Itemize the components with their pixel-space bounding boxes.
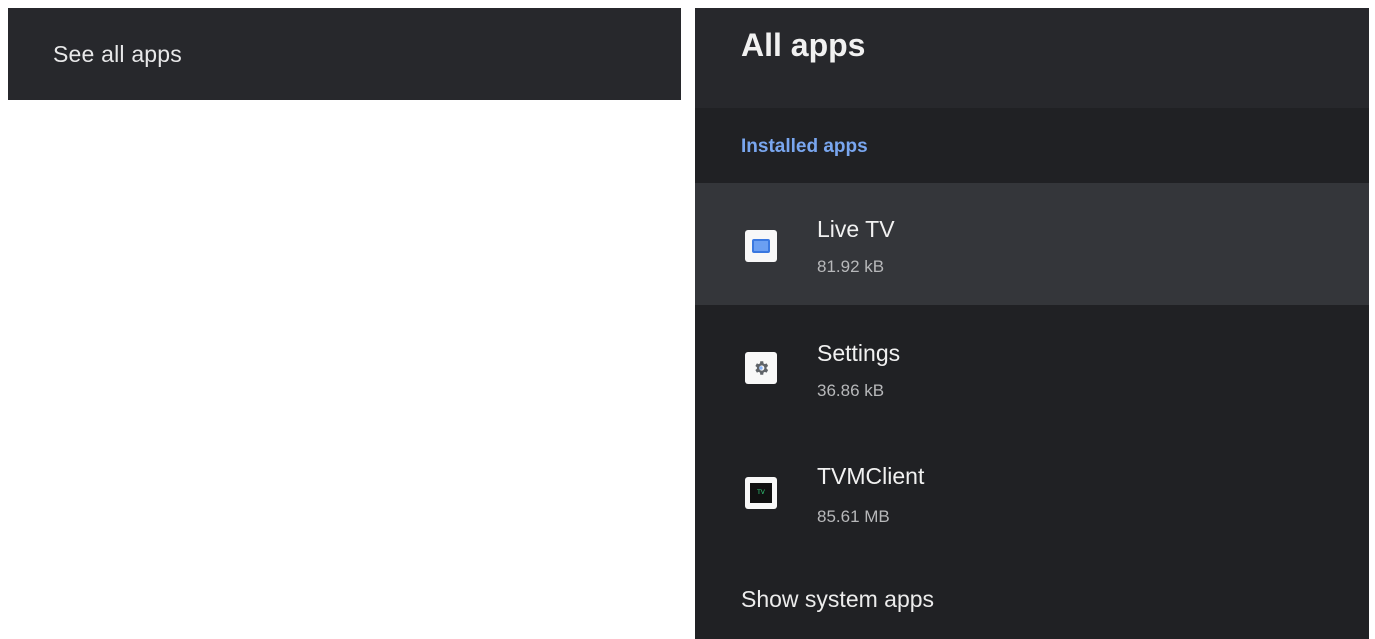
live-tv-icon xyxy=(745,230,777,262)
tvmclient-icon: TV xyxy=(745,477,777,509)
app-size: 85.61 MB xyxy=(817,507,890,526)
app-name: Live TV xyxy=(817,216,895,242)
app-name: Settings xyxy=(817,340,901,366)
app-item-live-tv[interactable]: Live TV 81.92 kB xyxy=(695,183,1369,305)
app-size: 36.86 kB xyxy=(817,381,885,400)
see-all-apps-label: See all apps xyxy=(53,40,182,67)
panel-header: All apps xyxy=(695,8,1369,108)
all-apps-panel: All apps Installed apps Live TV 81.92 kB… xyxy=(695,8,1369,639)
settings-gear-icon xyxy=(745,352,777,384)
see-all-apps-item[interactable]: See all apps xyxy=(8,8,681,100)
app-item-settings[interactable]: Settings 36.86 kB xyxy=(695,305,1369,427)
app-size: 81.92 kB xyxy=(817,257,885,276)
installed-apps-header: Installed apps xyxy=(741,136,868,157)
app-item-tvmclient[interactable]: TV TVMClient 85.61 MB xyxy=(695,427,1369,549)
tvmclient-icon-text: TV xyxy=(750,483,772,503)
show-system-apps-button[interactable]: Show system apps xyxy=(741,586,934,613)
app-name: TVMClient xyxy=(817,463,925,489)
page-title: All apps xyxy=(741,27,866,63)
